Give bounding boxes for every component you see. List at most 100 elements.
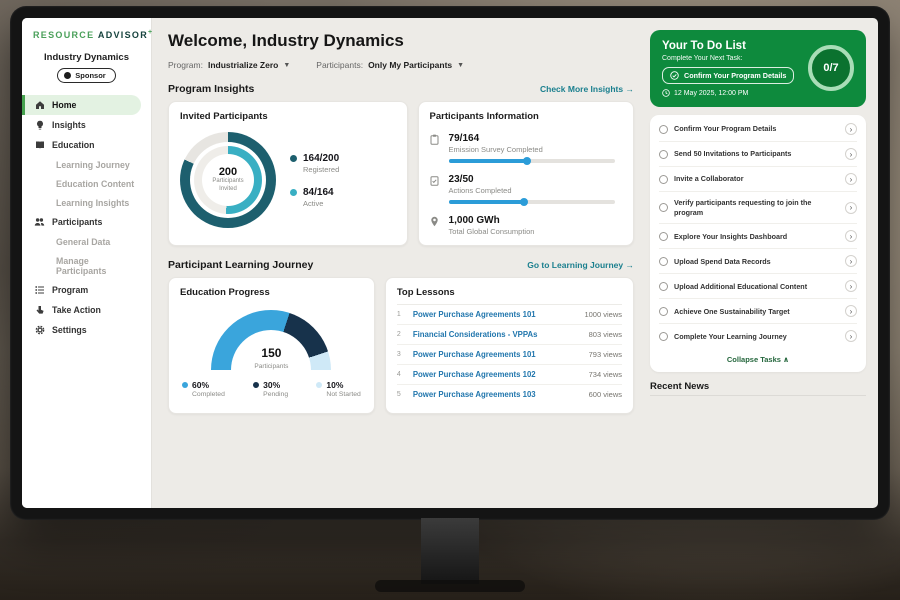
location-pin-icon	[430, 216, 441, 227]
book-icon	[34, 140, 45, 151]
lesson-row: 4 Power Purchase Agreements 102 734 view…	[397, 365, 622, 385]
lesson-link[interactable]: Power Purchase Agreements 103	[413, 390, 582, 399]
org-name: Industry Dynamics	[22, 52, 151, 63]
next-task-button[interactable]: Confirm Your Program Details	[662, 67, 794, 84]
chevron-right-icon[interactable]: ›	[845, 202, 857, 214]
logo-text-primary: RESOURCE	[33, 30, 94, 40]
sidebar-item-program[interactable]: Program	[22, 280, 151, 300]
gear-icon	[34, 325, 45, 336]
list-icon	[34, 285, 45, 296]
task-checkbox[interactable]	[659, 175, 668, 184]
stat-global-consumption: 1,000 GWh Total Global Consumption	[430, 215, 622, 236]
task-row[interactable]: Send 50 Invitations to Participants ›	[659, 142, 857, 167]
lesson-row: 1 Power Purchase Agreements 101 1000 vie…	[397, 305, 622, 325]
program-filter-dropdown[interactable]: Program: Industrialize Zero ▼	[168, 60, 290, 70]
top-lessons-card: Top Lessons 1 Power Purchase Agreements …	[385, 277, 634, 414]
gauge-legend-dot	[182, 382, 188, 388]
sidebar-item-home[interactable]: Home	[22, 95, 141, 115]
sidebar-item-education[interactable]: Education	[22, 135, 151, 155]
task-checkbox[interactable]	[659, 307, 668, 316]
task-checkbox[interactable]	[659, 257, 668, 266]
task-row[interactable]: Achieve One Sustainability Target ›	[659, 299, 857, 324]
sidebar-item-learning-insights[interactable]: Learning Insights	[22, 193, 151, 212]
clipboard-icon	[430, 134, 441, 145]
sidebar-item-education-content[interactable]: Education Content	[22, 174, 151, 193]
check-more-insights-link[interactable]: Check More Insights →	[540, 84, 634, 94]
sidebar-item-manage-participants[interactable]: Manage Participants	[22, 251, 151, 280]
sidebar-nav: Home Insights Education Learning Journey…	[22, 95, 151, 340]
lesson-row: 2 Financial Considerations - VPPAs 803 v…	[397, 325, 622, 345]
legend-item-pending: 30% Pending	[253, 380, 288, 398]
sidebar: RESOURCE ADVISOR+ Industry Dynamics Spon…	[22, 18, 152, 508]
chevron-right-icon[interactable]: ›	[845, 148, 857, 160]
chevron-right-icon[interactable]: ›	[845, 230, 857, 242]
task-row[interactable]: Confirm Your Program Details ›	[659, 117, 857, 142]
participants-information-card: Participants Information 79/164 Emission…	[418, 101, 634, 246]
people-icon	[34, 217, 45, 228]
bulb-icon	[34, 120, 45, 131]
arrow-right-icon: →	[626, 260, 635, 270]
checklist-icon	[430, 175, 441, 186]
task-row[interactable]: Explore Your Insights Dashboard ›	[659, 224, 857, 249]
arrow-right-icon: →	[626, 84, 635, 94]
lesson-link[interactable]: Power Purchase Agreements 101	[413, 310, 578, 319]
gauge-center-label: Participants	[254, 363, 288, 370]
task-row[interactable]: Verify participants requesting to join t…	[659, 192, 857, 224]
chevron-right-icon[interactable]: ›	[845, 280, 857, 292]
sidebar-item-participants[interactable]: Participants	[22, 212, 151, 232]
task-checkbox[interactable]	[659, 232, 668, 241]
legend-item-not-started: 10% Not Started	[316, 380, 360, 398]
lesson-link[interactable]: Power Purchase Agreements 101	[413, 350, 582, 359]
chevron-right-icon[interactable]: ›	[845, 305, 857, 317]
invited-legend-dot	[290, 189, 297, 196]
monitor-bezel: RESOURCE ADVISOR+ Industry Dynamics Spon…	[10, 6, 890, 520]
legend-item-registered: 164/200 Registered	[290, 153, 339, 174]
dashboard-screen: RESOURCE ADVISOR+ Industry Dynamics Spon…	[22, 18, 878, 508]
home-icon	[34, 100, 45, 111]
sidebar-item-take-action[interactable]: Take Action	[22, 300, 151, 320]
page-title: Welcome, Industry Dynamics	[168, 31, 634, 51]
sponsor-icon	[64, 72, 71, 79]
chevron-right-icon[interactable]: ›	[845, 255, 857, 267]
stat-emission-survey: 79/164 Emission Survey Completed	[430, 133, 622, 163]
go-to-learning-journey-link[interactable]: Go to Learning Journey →	[527, 260, 634, 270]
education-progress-card: Education Progress 150 Participants 60% …	[168, 277, 375, 414]
sidebar-item-insights[interactable]: Insights	[22, 115, 151, 135]
todo-summary-card: Your To Do List Complete Your Next Task:…	[650, 30, 866, 107]
chevron-right-icon[interactable]: ›	[845, 330, 857, 342]
sidebar-item-general-data[interactable]: General Data	[22, 232, 151, 251]
task-checkbox[interactable]	[659, 332, 668, 341]
legend-item-active: 84/164 Active	[290, 187, 339, 208]
sidebar-item-settings[interactable]: Settings	[22, 320, 151, 340]
main-content: Welcome, Industry Dynamics Program: Indu…	[152, 18, 646, 508]
lesson-link[interactable]: Power Purchase Agreements 102	[413, 370, 582, 379]
chevron-right-icon[interactable]: ›	[845, 173, 857, 185]
lesson-link[interactable]: Financial Considerations - VPPAs	[413, 330, 582, 339]
chevron-up-icon: ∧	[783, 355, 789, 364]
sponsor-badge[interactable]: Sponsor	[57, 68, 115, 83]
task-checkbox[interactable]	[659, 125, 668, 134]
chevron-right-icon[interactable]: ›	[845, 123, 857, 135]
task-row[interactable]: Invite a Collaborator ›	[659, 167, 857, 192]
task-checkbox[interactable]	[659, 150, 668, 159]
collapse-tasks-button[interactable]: Collapse Tasks ∧	[659, 348, 857, 370]
task-row[interactable]: Complete Your Learning Journey ›	[659, 324, 857, 348]
task-row[interactable]: Upload Spend Data Records ›	[659, 249, 857, 274]
task-checkbox[interactable]	[659, 282, 668, 291]
lesson-row: 3 Power Purchase Agreements 101 793 view…	[397, 345, 622, 365]
filters-row: Program: Industrialize Zero ▼ Participan…	[168, 60, 634, 70]
legend-item-completed: 60% Completed	[182, 380, 225, 398]
task-checkbox[interactable]	[659, 203, 668, 212]
stat-bar-fill	[449, 159, 529, 163]
invited-legend-dot	[290, 155, 297, 162]
participants-filter-dropdown[interactable]: Participants: Only My Participants ▼	[316, 60, 464, 70]
pointer-icon	[34, 305, 45, 316]
monitor-stand	[421, 518, 479, 584]
program-insights-title: Program Insights	[168, 83, 254, 95]
sidebar-item-learning-journey[interactable]: Learning Journey	[22, 155, 151, 174]
chevron-down-icon: ▼	[457, 62, 464, 69]
stat-bar-fill	[449, 200, 526, 204]
clock-icon	[662, 89, 670, 97]
task-row[interactable]: Upload Additional Educational Content ›	[659, 274, 857, 299]
actions-progress-bar	[449, 200, 616, 204]
